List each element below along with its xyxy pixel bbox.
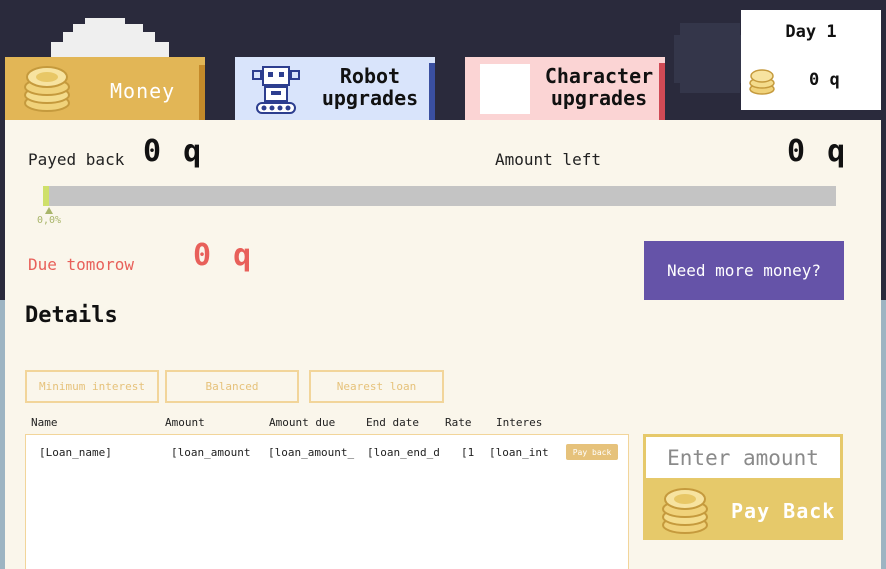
tab-character-label-line1: Character [544,64,654,88]
details-title: Details [25,303,118,328]
filter-balanced-button[interactable]: Balanced [165,370,299,403]
column-header-rate: Rate [445,416,472,429]
coins-icon [24,66,70,112]
loan-amount-due-cell: [loan_amount_ [268,446,355,459]
balance-value: 0 q [809,70,840,90]
tab-character-shade [659,63,665,122]
tab-robot-upgrades[interactable]: Robot upgrades [235,57,435,122]
progress-percent: 0,0% [37,215,62,226]
filter-minimum-interest-button[interactable]: Minimum interest [25,370,159,403]
background-cloud-dark [674,23,746,93]
tab-character-label: Character upgrades [539,65,659,109]
tab-character-label-line2: upgrades [550,86,648,110]
coins-icon [662,488,708,534]
column-header-end-date: End date [366,416,419,429]
amount-left-value: 0 q [787,134,848,169]
column-header-amount-due: Amount due [269,416,336,429]
loan-interest-cell: [loan_int [489,446,549,459]
amount-left-label: Amount left [495,150,601,169]
due-tomorrow-value: 0 q [193,238,254,273]
progress-marker-icon [45,207,53,214]
column-header-interest: Interes [496,416,543,429]
due-tomorrow-label: Due tomorow [28,255,134,274]
pay-back-button[interactable]: Pay Back [643,481,843,540]
day-status-box: Day 1 0 q [741,10,881,110]
repayment-progress-fill [43,186,49,206]
loan-amount-cell: [loan_amount [171,446,251,459]
coins-icon [749,69,775,95]
day-label: Day 1 [785,22,837,42]
tab-money-label: Money [110,79,176,103]
tab-robot-shade [429,63,435,122]
filter-nearest-loan-button[interactable]: Nearest loan [309,370,444,403]
column-header-name: Name [31,416,58,429]
tab-robot-label-line2: upgrades [321,86,419,110]
payed-back-value: 0 q [143,134,204,169]
need-more-money-button[interactable]: Need more money? [644,241,844,300]
loan-name-cell: [Loan_name] [39,446,112,459]
tab-money-shade [199,65,205,127]
tab-money[interactable]: Money [5,57,205,127]
pay-back-button-label: Pay Back [731,499,836,523]
character-portrait [480,64,530,114]
row-pay-back-button[interactable]: Pay back [566,444,618,460]
tab-robot-label: Robot upgrades [315,65,425,109]
loan-end-date-cell: [loan_end_d [367,446,440,459]
column-header-amount: Amount [165,416,205,429]
pay-back-amount-input[interactable] [643,434,843,481]
tab-character-upgrades[interactable]: Character upgrades [465,57,665,122]
repayment-progress-bar [43,186,836,206]
payed-back-label: Payed back [28,150,125,169]
robot-icon [252,66,300,114]
tab-robot-label-line1: Robot [339,64,401,88]
loan-rate-cell: [1 [461,446,475,459]
